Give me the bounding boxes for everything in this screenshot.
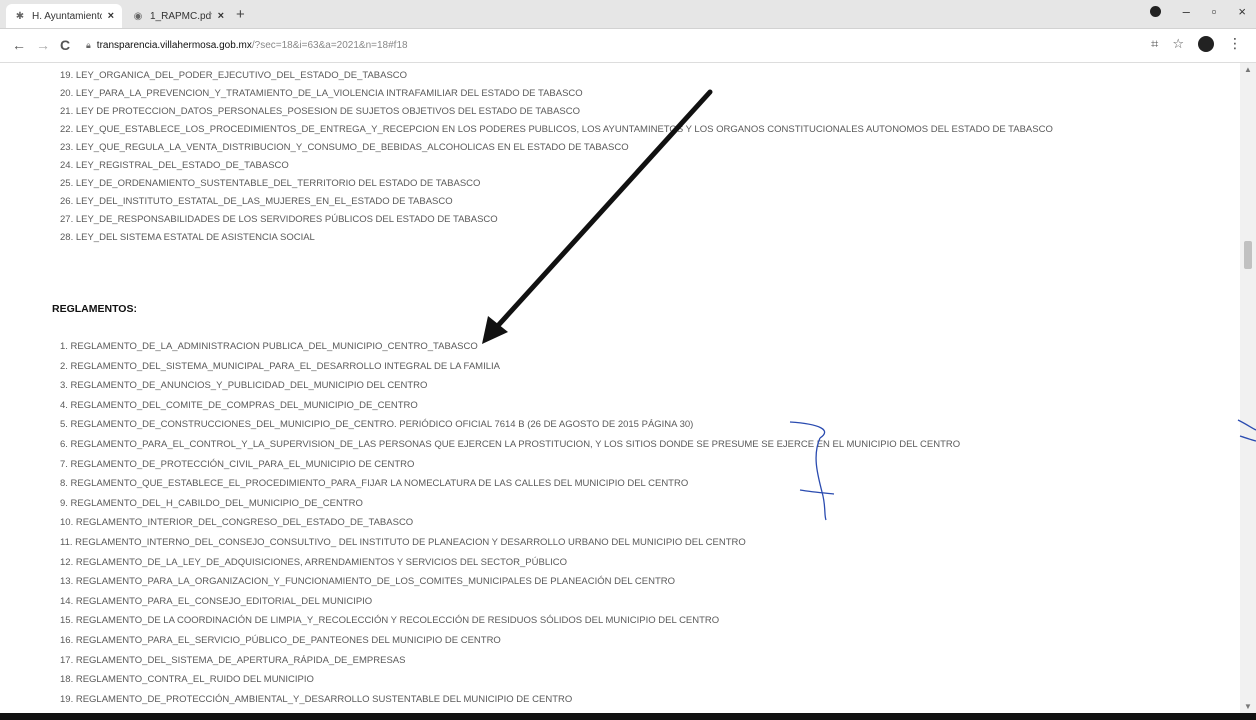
list-item[interactable]: 11. REGLAMENTO_INTERNO_DEL_CONSEJO_CONSU…: [60, 533, 1200, 553]
list-item[interactable]: 15. REGLAMENTO_DE LA COORDINACIÓN DE LIM…: [60, 611, 1200, 631]
browser-toolbar: ← → C 🔒︎ transparencia.villahermosa.gob.…: [0, 29, 1256, 63]
list-item[interactable]: 23. LEY_QUE_REGULA_LA_VENTA_DISTRIBUCION…: [60, 139, 1160, 157]
window-controls: – ▫ ×: [1149, 4, 1246, 19]
list-item[interactable]: 19. REGLAMENTO_DE_PROTECCIÓN_AMBIENTAL_Y…: [60, 690, 1200, 710]
maximize-button[interactable]: ▫: [1212, 4, 1217, 19]
list-item[interactable]: 2. REGLAMENTO_DEL_SISTEMA_MUNICIPAL_PARA…: [60, 357, 1200, 377]
minimize-button[interactable]: –: [1183, 4, 1190, 19]
list-item[interactable]: 3. REGLAMENTO_DE_ANUNCIOS_Y_PUBLICIDAD_D…: [60, 376, 1200, 396]
vertical-scrollbar[interactable]: ▲ ▼: [1240, 63, 1256, 713]
page-content: 19. LEY_ORGANICA_DEL_PODER_EJECUTIVO_DEL…: [0, 63, 1240, 713]
globe-icon: ◉: [133, 10, 143, 22]
section-title: REGLAMENTOS:: [52, 303, 137, 315]
list-item[interactable]: 25. LEY_DE_ORDENAMIENTO_SUSTENTABLE_DEL_…: [60, 175, 1160, 193]
scrollbar-thumb[interactable]: [1244, 241, 1252, 269]
list-item[interactable]: 18. REGLAMENTO_CONTRA_EL_RUIDO DEL MUNIC…: [60, 670, 1200, 690]
list-item[interactable]: 4. REGLAMENTO_DEL_COMITE_DE_COMPRAS_DEL_…: [60, 396, 1200, 416]
tab-ayuntamiento[interactable]: ✱ H. Ayuntamiento de Centro 2018 ×: [6, 4, 122, 28]
translate-icon[interactable]: ⌗: [1151, 36, 1158, 52]
scroll-down-icon[interactable]: ▼: [1244, 702, 1252, 711]
lock-icon: 🔒︎: [86, 39, 91, 50]
tab-strip: ✱ H. Ayuntamiento de Centro 2018 × ◉ 1_R…: [0, 0, 1256, 29]
menu-dots-icon[interactable]: ⋮: [1228, 35, 1242, 52]
url-host: transparencia.villahermosa.gob.mx: [96, 39, 252, 51]
url-path: /?sec=18&i=63&a=2021&n=18#f18: [251, 39, 408, 51]
list-item[interactable]: 9. REGLAMENTO_DEL_H_CABILDO_DEL_MUNICIPI…: [60, 494, 1200, 514]
list-item[interactable]: 24. LEY_REGISTRAL_DEL_ESTADO_DE_TABASCO: [60, 157, 1160, 175]
tab-title: H. Ayuntamiento de Centro 2018: [32, 10, 102, 22]
list-item[interactable]: 5. REGLAMENTO_DE_CONSTRUCCIONES_DEL_MUNI…: [60, 415, 1200, 435]
back-button[interactable]: ←: [12, 37, 26, 53]
tab-pdf[interactable]: ◉ 1_RAPMC.pdf ×: [124, 4, 232, 28]
list-item[interactable]: 10. REGLAMENTO_INTERIOR_DEL_CONGRESO_DEL…: [60, 513, 1200, 533]
list-item[interactable]: 7. REGLAMENTO_DE_PROTECCIÓN_CIVIL_PARA_E…: [60, 455, 1200, 475]
list-item[interactable]: 17. REGLAMENTO_DEL_SISTEMA_DE_APERTURA_R…: [60, 651, 1200, 671]
close-icon[interactable]: ×: [108, 10, 114, 22]
list-item[interactable]: 28. LEY_DEL SISTEMA ESTATAL DE ASISTENCI…: [60, 229, 1160, 247]
profile-avatar[interactable]: [1198, 35, 1214, 52]
toolbar-actions: ⌗ ☆ ⋮: [1151, 35, 1242, 52]
list-item[interactable]: 13. REGLAMENTO_PARA_LA_ORGANIZACION_Y_FU…: [60, 572, 1200, 592]
list-item[interactable]: 27. LEY_DE_RESPONSABILIDADES DE LOS SERV…: [60, 211, 1160, 229]
list-item[interactable]: 14. REGLAMENTO_PARA_EL_CONSEJO_EDITORIAL…: [60, 592, 1200, 612]
forward-button[interactable]: →: [36, 37, 50, 53]
list-item[interactable]: 21. LEY DE PROTECCION_DATOS_PERSONALES_P…: [60, 103, 1160, 121]
address-bar[interactable]: 🔒︎ transparencia.villahermosa.gob.mx/?se…: [86, 34, 1154, 56]
list-item[interactable]: 22. LEY_QUE_ESTABLECE_LOS_PROCEDIMIENTOS…: [60, 121, 1160, 139]
scroll-up-icon[interactable]: ▲: [1244, 65, 1252, 74]
list-item[interactable]: 1. REGLAMENTO_DE_LA_ADMINISTRACION PUBLI…: [60, 337, 1200, 357]
list-item[interactable]: 12. REGLAMENTO_DE_LA_LEY_DE_ADQUISICIONE…: [60, 553, 1200, 573]
reglamentos-list: 1. REGLAMENTO_DE_LA_ADMINISTRACION PUBLI…: [60, 337, 1200, 709]
close-window-button[interactable]: ×: [1238, 4, 1246, 19]
list-item[interactable]: 8. REGLAMENTO_QUE_ESTABLECE_EL_PROCEDIMI…: [60, 474, 1200, 494]
site-favicon-icon: ✱: [15, 10, 25, 22]
list-item[interactable]: 6. REGLAMENTO_PARA_EL_CONTROL_Y_LA_SUPER…: [60, 435, 1200, 455]
tab-title: 1_RAPMC.pdf: [150, 10, 212, 22]
new-tab-button[interactable]: +: [236, 6, 245, 23]
list-item[interactable]: 16. REGLAMENTO_PARA_EL_SERVICIO_PÚBLICO_…: [60, 631, 1200, 651]
bottom-edge: [0, 713, 1256, 720]
reload-button[interactable]: C: [60, 37, 70, 53]
list-item[interactable]: 26. LEY_DEL_INSTITUTO_ESTATAL_DE_LAS_MUJ…: [60, 193, 1160, 211]
list-item[interactable]: 19. LEY_ORGANICA_DEL_PODER_EJECUTIVO_DEL…: [60, 67, 1160, 85]
list-item[interactable]: 20. LEY_PARA_LA_PREVENCION_Y_TRATAMIENTO…: [60, 85, 1160, 103]
close-icon[interactable]: ×: [218, 10, 224, 22]
extension-icon[interactable]: [1149, 6, 1161, 17]
bookmark-star-icon[interactable]: ☆: [1172, 36, 1184, 52]
law-list: 19. LEY_ORGANICA_DEL_PODER_EJECUTIVO_DEL…: [60, 67, 1160, 247]
